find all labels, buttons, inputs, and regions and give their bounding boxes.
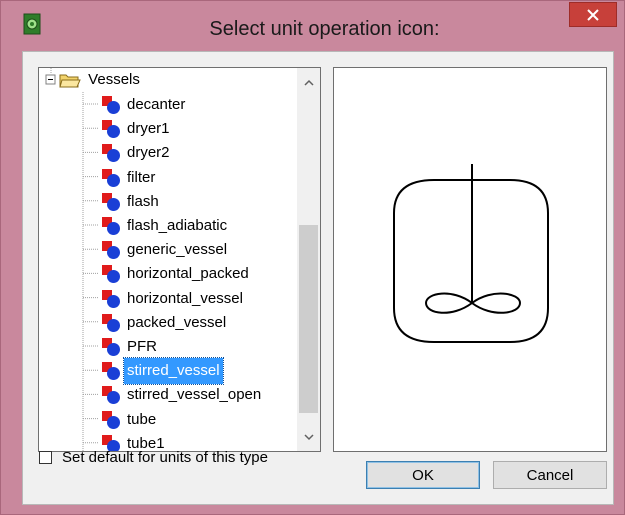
- unit-operation-icon: [102, 338, 120, 356]
- unit-operation-icon: [102, 289, 120, 308]
- set-default-checkbox[interactable]: [39, 450, 52, 464]
- dialog-body: Vessels decanter dryer1 dryer2 filter flash f…: [22, 51, 614, 505]
- chevron-up-icon: [303, 79, 314, 86]
- tree-item-label: dryer1: [127, 120, 170, 138]
- tree-root-label: Vessels: [88, 71, 140, 88]
- unit-operation-icon: [102, 362, 120, 381]
- close-button[interactable]: [569, 2, 617, 27]
- set-default-option[interactable]: Set default for units of this type: [39, 445, 268, 469]
- unit-operation-icon: [102, 410, 120, 429]
- unit-operation-icon: [102, 313, 120, 332]
- unit-operation-icon: [102, 168, 120, 187]
- collapse-toggle[interactable]: [45, 74, 56, 85]
- unit-operation-icon: [102, 192, 120, 211]
- cancel-button[interactable]: Cancel: [493, 461, 607, 489]
- close-icon: [587, 8, 599, 21]
- tree-item-label: horizontal_vessel: [127, 289, 243, 307]
- unit-operation-icon: [102, 386, 120, 405]
- unit-operation-icon: [102, 144, 120, 163]
- scroll-down-button[interactable]: [297, 427, 320, 447]
- set-default-label: Set default for units of this type: [62, 448, 268, 466]
- unit-operation-icon: [102, 217, 120, 235]
- unit-operation-icon: [102, 265, 120, 284]
- tree-item-label: dryer2: [127, 144, 170, 162]
- tree-item-label: tube: [127, 410, 157, 428]
- tree-item-label: stirred_vessel: [123, 357, 224, 386]
- stirred-vessel-preview-icon: [393, 164, 549, 343]
- ok-button[interactable]: OK: [366, 461, 480, 489]
- unit-operation-icon: [102, 241, 120, 260]
- unit-tree[interactable]: Vessels decanter dryer1 dryer2 filter flash f…: [38, 67, 321, 452]
- tree-item-label: PFR: [127, 338, 157, 355]
- dialog-window: Select unit operation icon: Vessels deca…: [0, 0, 625, 515]
- tree-root-vessels[interactable]: Vessels: [59, 68, 143, 92]
- scroll-up-button[interactable]: [297, 72, 320, 92]
- scroll-thumb[interactable]: [299, 225, 318, 413]
- tree-item-label: packed_vessel: [127, 313, 227, 331]
- tree-item-label: flash_adiabatic: [127, 217, 228, 234]
- title-bar[interactable]: Select unit operation icon:: [1, 1, 624, 51]
- unit-operation-icon: [102, 96, 120, 114]
- folder-open-icon: [59, 74, 81, 88]
- icon-preview-panel: [333, 67, 607, 452]
- dialog-title: Select unit operation icon:: [209, 18, 440, 40]
- tree-item-label: flash: [127, 192, 159, 210]
- tree-scrollbar[interactable]: [297, 68, 320, 451]
- unit-operation-icon: [102, 120, 120, 139]
- tree-item-label: filter: [127, 168, 156, 186]
- tree-item-label: stirred_vessel_open: [127, 386, 262, 404]
- tree-item-label: horizontal_packed: [127, 265, 249, 283]
- chevron-down-icon: [303, 433, 314, 440]
- tree-item-label: generic_vessel: [127, 241, 228, 259]
- tree-item-label: decanter: [127, 96, 186, 113]
